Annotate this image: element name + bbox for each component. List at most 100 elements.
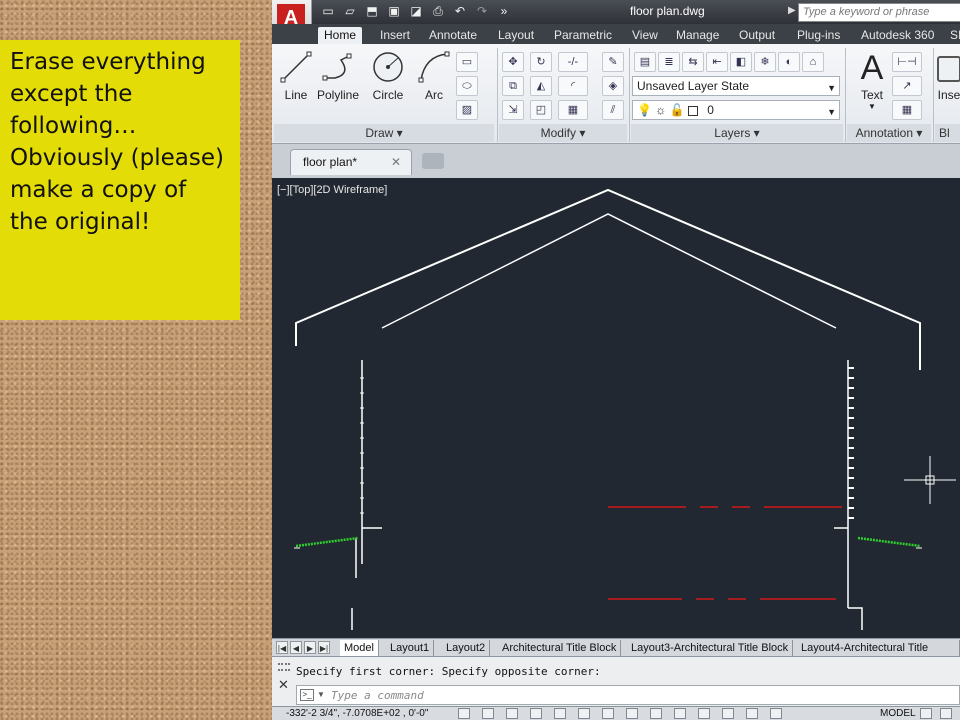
lineweight-icon[interactable] bbox=[698, 708, 710, 719]
command-input[interactable]: Type a command bbox=[296, 685, 960, 705]
modify-panel-title[interactable]: Modify ▾ bbox=[499, 124, 627, 142]
layout-tab-layout2[interactable]: Layout2 bbox=[442, 640, 491, 656]
layers-panel-title[interactable]: Layers ▾ bbox=[631, 124, 843, 142]
arc-tool[interactable]: Arc bbox=[412, 48, 456, 114]
layer-freeze-icon[interactable]: ❄ bbox=[754, 52, 776, 72]
tab-home[interactable]: Home bbox=[318, 27, 363, 44]
layer-dropdown[interactable]: 💡 ☼ 🔓 0 ▼ bbox=[632, 100, 840, 120]
layout-tab-layout4[interactable]: Layout4-Architectural Title Block bbox=[797, 640, 960, 670]
infer-constraints-icon[interactable] bbox=[458, 708, 470, 719]
tab-parametric[interactable]: Parametric bbox=[548, 27, 618, 44]
save-web-icon[interactable]: ⬒ bbox=[364, 3, 380, 19]
annotation-monitor-icon[interactable] bbox=[770, 708, 782, 719]
rectangle-icon[interactable]: ▭ bbox=[456, 52, 478, 72]
insert-block-tool[interactable]: Inse bbox=[934, 48, 960, 114]
close-icon[interactable]: ✕ bbox=[278, 677, 289, 693]
layout-view-icon[interactable] bbox=[920, 708, 932, 719]
block-panel-title[interactable]: Bl bbox=[935, 124, 960, 142]
drawing-canvas[interactable]: [−][Top][2D Wireframe] bbox=[272, 178, 960, 638]
layer-state-dropdown[interactable]: Unsaved Layer State ▼ bbox=[632, 76, 840, 96]
layer-lock-icon[interactable]: ⌂ bbox=[802, 52, 824, 72]
text-tool[interactable]: A Text ▼ bbox=[850, 48, 894, 114]
tab-sketchbook[interactable]: SI bbox=[944, 27, 960, 44]
hatch-icon[interactable]: ▨ bbox=[456, 100, 478, 120]
polyline-icon bbox=[322, 53, 352, 81]
chevron-down-icon: ▼ bbox=[827, 107, 836, 117]
grip-handle[interactable] bbox=[278, 663, 290, 671]
model-space-button[interactable]: MODEL bbox=[880, 708, 916, 719]
rotate-icon[interactable]: ↻ bbox=[530, 52, 552, 72]
dynamic-input-icon[interactable] bbox=[674, 708, 686, 719]
dimension-icon[interactable]: ⊢⊣ bbox=[892, 52, 922, 72]
scale-icon[interactable]: ◰ bbox=[530, 100, 552, 120]
tab-plugins[interactable]: Plug-ins bbox=[791, 27, 846, 44]
layout-tab-architectural-title-block[interactable]: Architectural Title Block bbox=[498, 640, 622, 656]
copy-icon[interactable]: ⧉ bbox=[502, 76, 524, 96]
title-caret-icon[interactable]: ▶ bbox=[788, 5, 796, 16]
undo-icon[interactable]: ↶ bbox=[452, 3, 468, 19]
circle-tool[interactable]: Circle bbox=[366, 48, 410, 114]
save-as-icon[interactable]: ◪ bbox=[408, 3, 424, 19]
new-tab-button[interactable] bbox=[422, 153, 444, 169]
tab-insert[interactable]: Insert bbox=[374, 27, 416, 44]
layout-tab-layout3[interactable]: Layout3-Architectural Title Block bbox=[627, 640, 794, 656]
next-layout-icon[interactable]: ▶ bbox=[304, 641, 316, 654]
layer-state-icon[interactable]: ≣ bbox=[658, 52, 680, 72]
trim-icon[interactable]: -/- bbox=[558, 52, 588, 72]
ellipse-icon[interactable]: ⬭ bbox=[456, 76, 478, 96]
tab-autodesk-360[interactable]: Autodesk 360 bbox=[855, 27, 940, 44]
save-icon[interactable]: ▣ bbox=[386, 3, 402, 19]
osnap-icon[interactable] bbox=[578, 708, 590, 719]
layout-tab-layout1[interactable]: Layout1 bbox=[386, 640, 435, 656]
ortho-icon[interactable] bbox=[530, 708, 542, 719]
fillet-icon[interactable]: ◜ bbox=[558, 76, 588, 96]
draw-panel-title[interactable]: Draw ▾ bbox=[274, 124, 494, 142]
leader-icon[interactable]: ↗ bbox=[892, 76, 922, 96]
offset-icon[interactable]: ⫽ bbox=[602, 100, 624, 120]
new-icon[interactable]: ▭ bbox=[320, 3, 336, 19]
search-input[interactable]: Type a keyword or phrase bbox=[798, 3, 960, 22]
layers-panel-label: Layers bbox=[714, 126, 751, 140]
mirror-icon[interactable]: ◭ bbox=[530, 76, 552, 96]
last-layout-icon[interactable]: ▶| bbox=[318, 641, 330, 654]
open-icon[interactable]: ▱ bbox=[342, 3, 358, 19]
array-icon[interactable]: ▦ bbox=[558, 100, 588, 120]
table-icon[interactable]: ▦ bbox=[892, 100, 922, 120]
more-icon[interactable]: » bbox=[496, 3, 512, 19]
chevron-down-icon[interactable]: ▼ bbox=[317, 690, 325, 699]
tab-manage[interactable]: Manage bbox=[670, 27, 725, 44]
previous-layout-icon[interactable]: ◀ bbox=[290, 641, 302, 654]
layout-tab-model[interactable]: Model bbox=[340, 640, 379, 656]
polar-icon[interactable] bbox=[554, 708, 566, 719]
file-tab[interactable]: floor plan* ✕ bbox=[290, 149, 412, 175]
layer-previous-icon[interactable]: ⇤ bbox=[706, 52, 728, 72]
ucs-icon[interactable] bbox=[650, 708, 662, 719]
transparency-icon[interactable] bbox=[722, 708, 734, 719]
polyline-tool[interactable]: Polyline bbox=[316, 48, 360, 114]
layer-match-icon[interactable]: ⇆ bbox=[682, 52, 704, 72]
erase-icon[interactable]: ✎ bbox=[602, 52, 624, 72]
command-icon[interactable]: >_ bbox=[300, 689, 314, 701]
tab-view[interactable]: View bbox=[626, 27, 664, 44]
grid-icon[interactable] bbox=[506, 708, 518, 719]
tab-layout[interactable]: Layout bbox=[492, 27, 540, 44]
first-layout-icon[interactable]: |◀ bbox=[276, 641, 288, 654]
selection-cycling-icon[interactable] bbox=[746, 708, 758, 719]
layer-isolate-icon[interactable]: ◧ bbox=[730, 52, 752, 72]
stretch-icon[interactable]: ⇲ bbox=[502, 100, 524, 120]
line-tool[interactable]: Line bbox=[274, 48, 318, 114]
layer-off-icon[interactable]: ◐ bbox=[778, 52, 800, 72]
explode-icon[interactable]: ◈ bbox=[602, 76, 624, 96]
layer-properties-icon[interactable]: ▤ bbox=[634, 52, 656, 72]
tab-output[interactable]: Output bbox=[733, 27, 781, 44]
layout-view-icon[interactable] bbox=[940, 708, 952, 719]
redo-icon[interactable]: ↷ bbox=[474, 3, 490, 19]
annotation-panel-title[interactable]: Annotation ▾ bbox=[847, 124, 931, 142]
move-icon[interactable]: ✥ bbox=[502, 52, 524, 72]
3d-osnap-icon[interactable] bbox=[602, 708, 614, 719]
otrack-icon[interactable] bbox=[626, 708, 638, 719]
tab-annotate[interactable]: Annotate bbox=[423, 27, 483, 44]
plot-icon[interactable]: ⎙ bbox=[430, 3, 446, 19]
snap-icon[interactable] bbox=[482, 708, 494, 719]
close-icon[interactable]: ✕ bbox=[391, 155, 401, 169]
